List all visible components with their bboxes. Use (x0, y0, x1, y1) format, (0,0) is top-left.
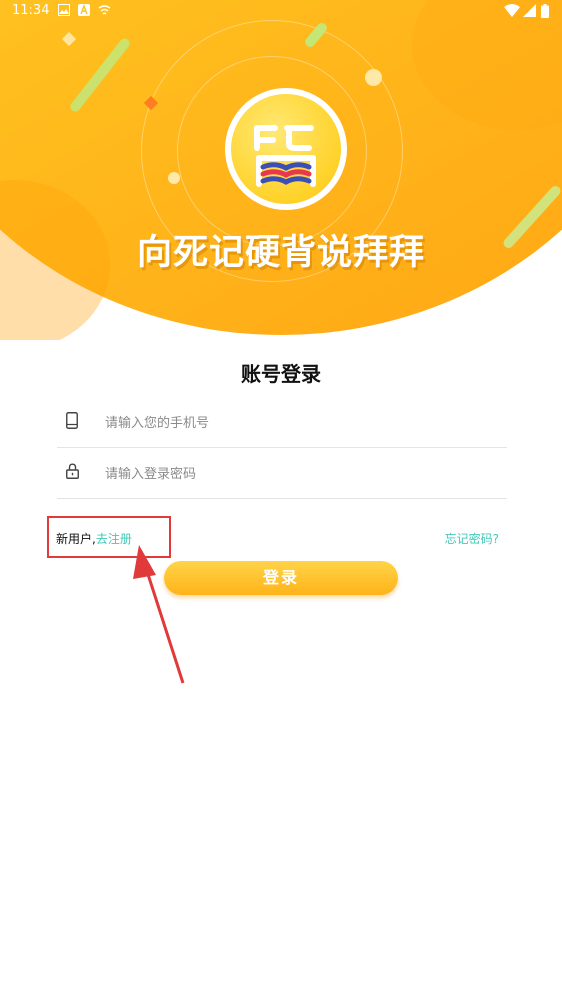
password-input[interactable] (103, 460, 497, 488)
page-title: 账号登录 (241, 362, 321, 386)
app-logo (225, 88, 347, 210)
a-icon (78, 4, 90, 16)
phone-input[interactable] (103, 409, 497, 437)
status-time: 11:34 (12, 3, 50, 18)
hero-slogan: 向死记硬背说拜拜 (136, 233, 425, 273)
battery-icon (541, 4, 549, 18)
phone-icon (66, 412, 78, 429)
book-character-logo-icon (254, 125, 316, 187)
password-field (57, 448, 507, 499)
signal-icon (523, 4, 536, 17)
lock-icon (66, 463, 79, 479)
annotation-highlight-box (47, 516, 171, 558)
hero-banner: 向死记硬背说拜拜 (0, 0, 562, 340)
forgot-password-link[interactable]: 忘记密码? (445, 530, 499, 547)
decor-dot (365, 69, 382, 86)
wireless-icon (98, 5, 111, 15)
phone-field (57, 397, 507, 448)
login-button[interactable]: 登录 (164, 561, 398, 595)
wifi-icon (504, 4, 520, 17)
status-bar: 11:34 (0, 0, 562, 22)
decor-dot (168, 172, 180, 184)
image-icon (58, 4, 70, 16)
